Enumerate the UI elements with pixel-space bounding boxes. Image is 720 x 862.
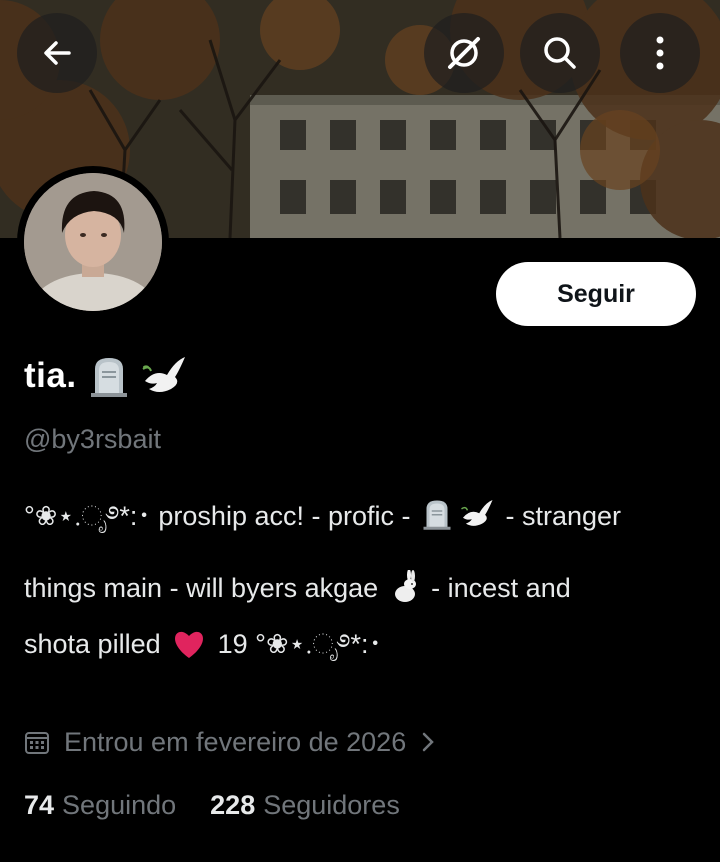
profile-handle: @by3rsbait <box>24 424 161 454</box>
more-button[interactable] <box>620 13 700 93</box>
bio-line: things main - will byers akgae - incest … <box>24 566 704 622</box>
joined-text: Entrou em fevereiro de 2026 <box>64 726 407 757</box>
bio-text: - stranger <box>498 501 622 531</box>
heart-emoji <box>175 631 204 658</box>
bio-text: °❀⋆.ೃ࿔*:･ <box>24 501 151 531</box>
back-button[interactable] <box>17 13 97 93</box>
grok-slash-icon <box>448 37 480 69</box>
following-link[interactable]: 74 Seguindo <box>24 790 176 821</box>
follow-button[interactable]: Seguir <box>496 262 696 326</box>
avatar-image <box>24 173 162 311</box>
bio-text: - incest and <box>423 573 571 603</box>
avatar[interactable] <box>17 166 169 318</box>
dove-emoji <box>461 499 493 526</box>
chevron-right-icon <box>422 732 434 752</box>
bio-text: 19 °❀⋆.ೃ࿔*:･ <box>210 629 383 659</box>
bio-text: proship acc! - profic - <box>150 501 418 531</box>
grok-button[interactable] <box>424 13 504 93</box>
display-name-row: tia. <box>24 348 187 404</box>
follow-stats: 74 Seguindo 228 Seguidores <box>24 784 434 826</box>
followers-count: 228 <box>210 789 256 820</box>
headstone-emoji <box>90 358 127 397</box>
following-count: 74 <box>24 789 55 820</box>
more-vertical-icon <box>656 36 664 70</box>
dove-emoji <box>142 357 185 392</box>
followers-label: Seguidores <box>263 789 400 820</box>
following-label: Seguindo <box>62 789 177 820</box>
joined-date[interactable]: Entrou em fevereiro de 2026 <box>24 722 436 762</box>
bio-line: shota pilled 19 °❀⋆.ೃ࿔*:･ <box>24 622 704 694</box>
calendar-icon <box>25 732 49 754</box>
bio-text: shota pilled <box>24 629 169 659</box>
search-button[interactable] <box>520 13 600 93</box>
bio-text: things main - will byers akgae <box>24 573 386 603</box>
followers-link[interactable]: 228 Seguidores <box>210 790 400 821</box>
rabbit-emoji <box>394 570 416 602</box>
profile-bio: °❀⋆.ೃ࿔*:･ proship acc! - profic - - stra… <box>24 494 704 694</box>
headstone-emoji <box>423 500 451 530</box>
bio-line: °❀⋆.ೃ࿔*:･ proship acc! - profic - - stra… <box>24 494 704 566</box>
display-name: tia. <box>24 356 77 395</box>
search-icon <box>544 37 576 69</box>
arrow-left-icon <box>44 41 71 65</box>
